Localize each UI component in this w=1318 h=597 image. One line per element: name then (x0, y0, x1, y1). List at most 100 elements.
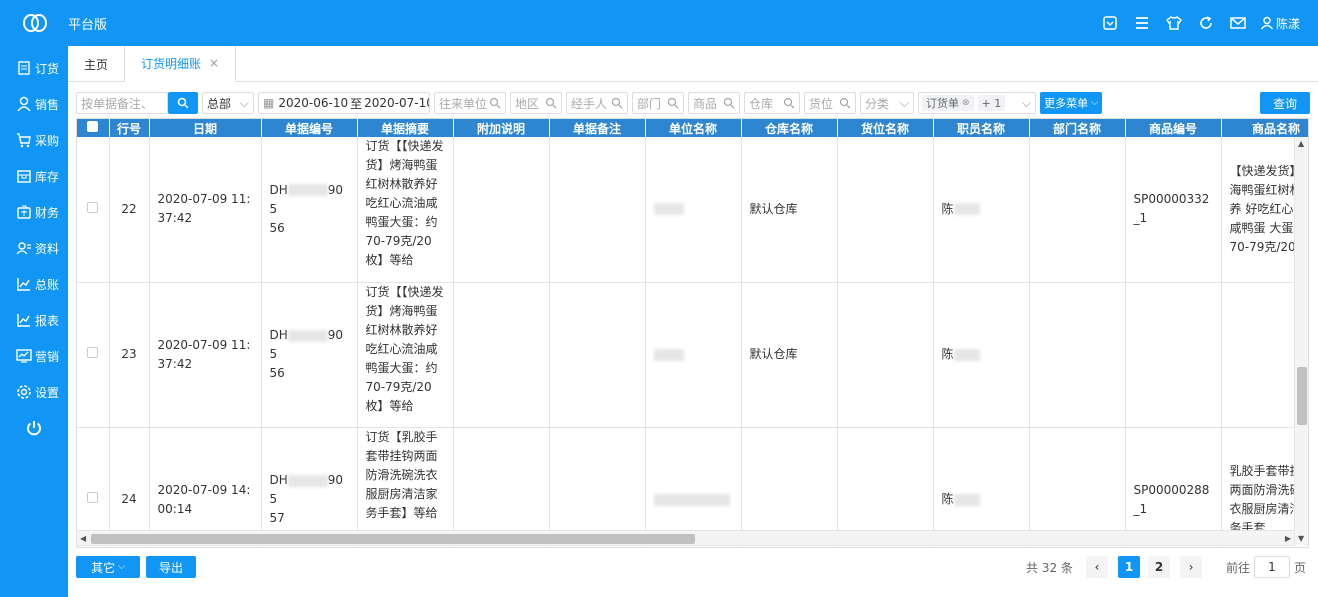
doc-type-select[interactable]: 订货单 ⊗ + 1 ⌵ (918, 92, 1036, 114)
tab-home[interactable]: 主页 (68, 46, 126, 82)
sidebar-item-report[interactable]: 报表 (0, 302, 68, 338)
sidebar-item-settings[interactable]: 设置 (0, 374, 68, 410)
scope-value: 总部 (207, 96, 232, 111)
department-filter[interactable]: 部门 (632, 92, 684, 114)
prev-page-button[interactable]: ‹ (1086, 556, 1108, 578)
horizontal-scrollbar[interactable]: ◀ ▶ (76, 530, 1295, 546)
sidebar-item-label: 销售 (35, 97, 60, 112)
remark-cell (549, 137, 646, 283)
handler-filter[interactable]: 经手人 (566, 92, 628, 114)
partner-filter[interactable]: 往来单位 (434, 92, 506, 114)
category-select[interactable]: 分类 ⌵ (860, 92, 914, 114)
column-header[interactable]: 行号 (109, 119, 150, 137)
doc-prefix: DH (269, 328, 288, 342)
table-row[interactable]: 22 2020-07-09 11:37:42 DH 905 56 订货【【快递发货】… (77, 137, 1308, 283)
sidebar-item-finance[interactable]: 财务 (0, 194, 68, 230)
row-checkbox[interactable] (87, 492, 99, 503)
mail-icon[interactable] (1228, 13, 1248, 33)
sidebar-item-profile[interactable]: 资料 (0, 230, 68, 266)
column-header[interactable]: 部门名称 (1029, 119, 1126, 137)
search-button[interactable] (168, 92, 198, 114)
chevron-down-icon: ⌵ (1091, 98, 1098, 108)
scroll-right-icon[interactable]: ▶ (1285, 534, 1291, 543)
table-row[interactable]: 23 2020-07-09 11:37:42 DH 905 56 订货【【快递发货】… (77, 282, 1308, 428)
product-filter[interactable]: 商品 (688, 92, 740, 114)
export-button[interactable]: 导出 (146, 556, 196, 578)
warehouse-filter[interactable]: 仓库 (744, 92, 800, 114)
report-chart-icon (17, 314, 30, 327)
unit-name-cell (645, 137, 742, 283)
chevron-down-icon: ⌵ (239, 95, 249, 110)
date-range-picker[interactable]: ▦ 2020-06-10 至 2020-07-10 (258, 92, 430, 114)
goto-page-input[interactable]: 1 (1254, 556, 1290, 578)
search-input[interactable]: 按单据备注、 (76, 92, 168, 114)
close-icon[interactable]: × (209, 56, 219, 70)
scroll-down-icon[interactable]: ▼ (1298, 534, 1304, 543)
column-header[interactable]: 职员名称 (933, 119, 1030, 137)
refresh-icon[interactable] (1196, 13, 1216, 33)
row-select-cell[interactable] (77, 137, 110, 283)
vertical-scrollbar[interactable]: ▲ ▼ (1294, 137, 1308, 545)
vertical-scroll-thumb[interactable] (1297, 367, 1307, 425)
filter-label: 仓库 (749, 96, 774, 111)
column-header[interactable]: 日期 (149, 119, 262, 137)
table-header: 行号 日期 单据编号 单据摘要 附加说明 单据备注 单位名称 仓库名称 货位名称… (77, 119, 1308, 137)
chip-close-icon[interactable]: ⊗ (962, 98, 970, 108)
location-filter[interactable]: 货位 (804, 92, 856, 114)
doc-number-cell: DH 905 56 (261, 137, 358, 283)
column-header[interactable]: 单位名称 (645, 119, 742, 137)
doc-end: 56 (269, 220, 285, 235)
button-label: 更多菜单 (1044, 97, 1089, 110)
user-menu[interactable]: 陈漾 (1260, 15, 1300, 32)
sidebar-item-ledger[interactable]: 总账 (0, 266, 68, 302)
detail-table: 行号 日期 单据编号 单据摘要 附加说明 单据备注 单位名称 仓库名称 货位名称… (76, 118, 1309, 548)
page-unit-label: 页 (1294, 560, 1307, 575)
column-header[interactable]: 商品编号 (1125, 119, 1222, 137)
doc-type-chip: 订货单 ⊗ (922, 95, 974, 111)
column-header[interactable]: 商品名称 (1221, 119, 1308, 137)
region-filter[interactable]: 地区 (510, 92, 562, 114)
date-cell: 2020-07-09 11:37:42 (149, 282, 262, 428)
tab-order-detail[interactable]: 订货明细账 × (125, 46, 237, 82)
logout-button[interactable] (0, 410, 68, 446)
column-header[interactable]: 仓库名称 (741, 119, 838, 137)
next-page-button[interactable]: › (1180, 556, 1202, 578)
select-all-checkbox[interactable] (87, 121, 99, 132)
sidebar-item-inventory[interactable]: 库存 (0, 158, 68, 194)
other-button[interactable]: 其它 ⌵ (76, 556, 140, 578)
menu-icon[interactable] (1132, 13, 1152, 33)
note-cell (453, 282, 550, 428)
ledger-chart-icon (17, 278, 30, 291)
column-header[interactable]: 单据备注 (549, 119, 646, 137)
page-1-button[interactable]: 1 (1118, 556, 1140, 578)
button-label: 查询 (1272, 96, 1297, 111)
column-header[interactable]: 附加说明 (453, 119, 550, 137)
sidebar-item-order[interactable]: 订货 (0, 50, 68, 86)
page-2-button[interactable]: 2 (1148, 556, 1170, 578)
top-bar: 平台版 陈漾 (0, 0, 1318, 46)
row-checkbox[interactable] (87, 201, 99, 213)
date-to: 2020-07-10 (364, 96, 430, 110)
more-menu-button[interactable]: 更多菜单 ⌵ (1040, 92, 1102, 114)
doc-prefix: DH (269, 473, 288, 487)
chevron-down-icon: ⌵ (118, 562, 125, 572)
horizontal-scroll-thumb[interactable] (91, 534, 695, 544)
collapse-icon[interactable] (1100, 13, 1120, 33)
location-cell (837, 282, 934, 428)
theme-shirt-icon[interactable] (1164, 13, 1184, 33)
filter-label: 货位 (809, 96, 834, 111)
row-checkbox[interactable] (87, 347, 99, 358)
column-header[interactable]: 单据摘要 (357, 119, 454, 137)
scope-select[interactable]: 总部 ⌵ (202, 92, 254, 114)
row-select-cell[interactable] (77, 282, 110, 428)
sidebar-item-purchase[interactable]: 采购 (0, 122, 68, 158)
column-header[interactable]: 货位名称 (837, 119, 934, 137)
select-all-cell[interactable] (77, 119, 110, 137)
sidebar-item-marketing[interactable]: 营销 (0, 338, 68, 374)
scroll-up-icon[interactable]: ▲ (1298, 139, 1304, 148)
column-header[interactable]: 单据编号 (261, 119, 358, 137)
query-button[interactable]: 查询 (1260, 92, 1310, 114)
search-icon (783, 97, 795, 109)
scroll-left-icon[interactable]: ◀ (80, 534, 86, 543)
sidebar-item-sales[interactable]: 销售 (0, 86, 68, 122)
